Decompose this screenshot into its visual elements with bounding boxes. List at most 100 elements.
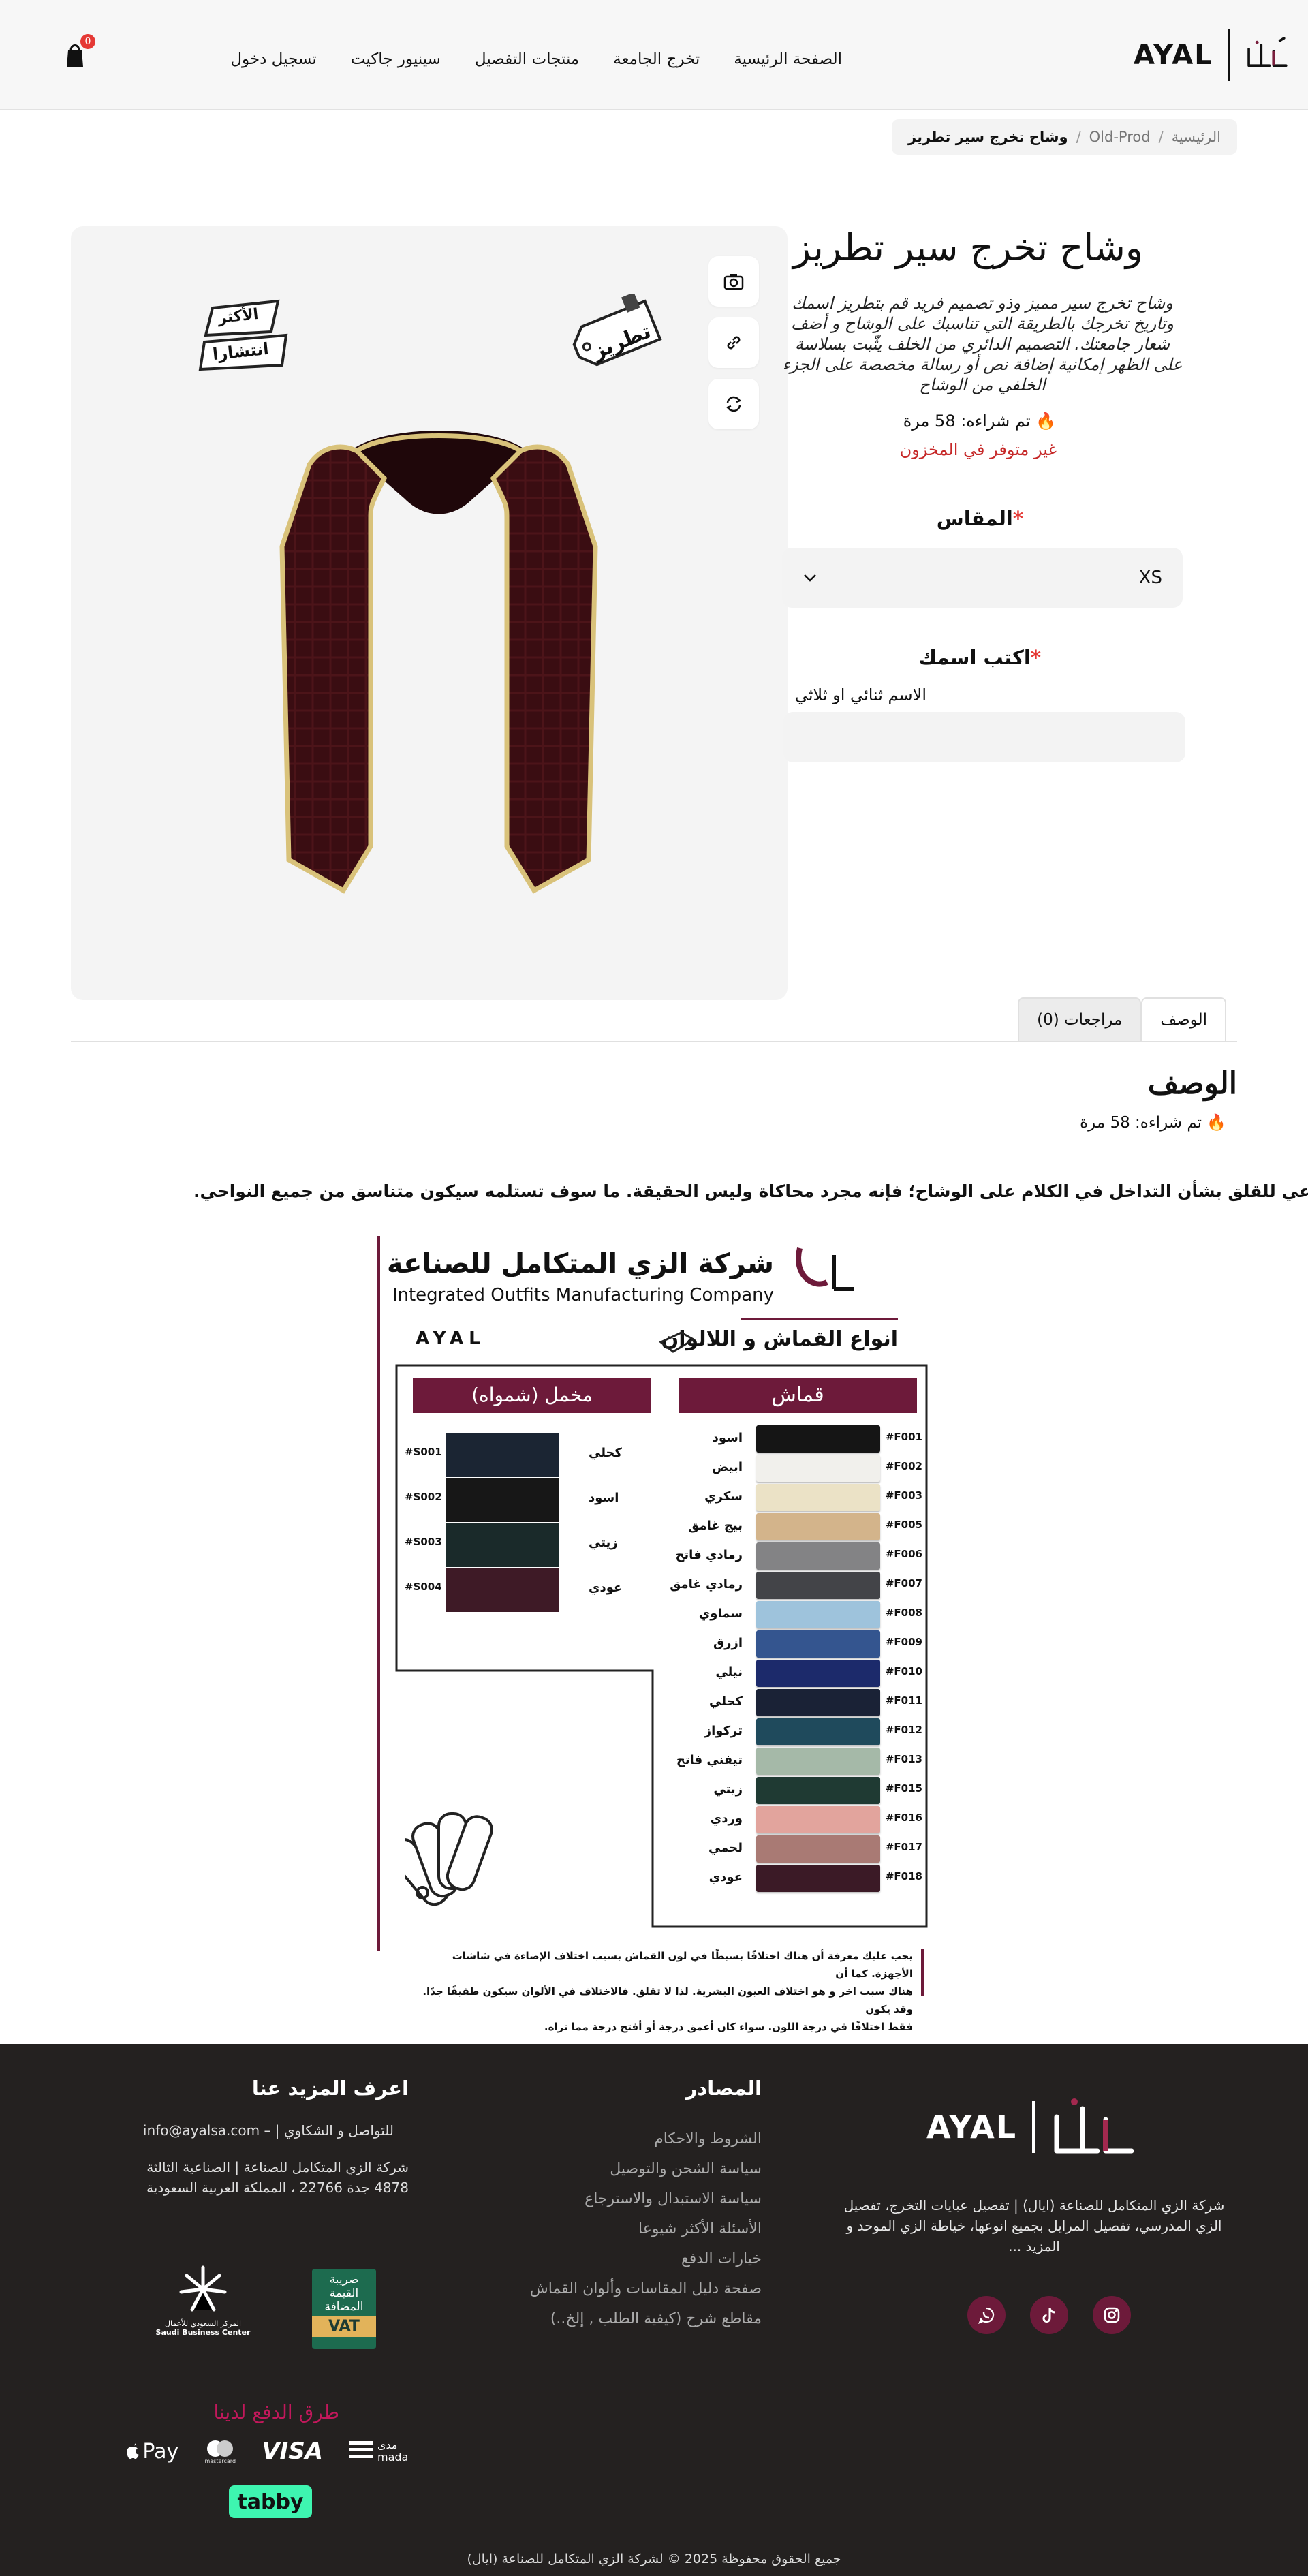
velvet-code: #S002 xyxy=(405,1491,442,1503)
fabric-swatch-row: #F002 ابيض xyxy=(677,1453,922,1483)
nav-tailoring-products[interactable]: منتجات التفصيل xyxy=(475,50,579,68)
breadcrumb-category[interactable]: Old-Prod xyxy=(1089,129,1151,145)
footer-link-videos[interactable]: مقاطع شرح (كيفية الطلب , إلخ..) xyxy=(530,2304,762,2334)
fabric-color-swatch xyxy=(756,1572,880,1599)
visa-logo: VISA xyxy=(262,2438,323,2465)
embroidery-tag: تطريز xyxy=(561,294,670,383)
tiktok-button[interactable] xyxy=(1030,2296,1068,2334)
vat-badge: ضريبة القيمة المضافة VAT xyxy=(312,2269,376,2349)
gallery-camera-button[interactable] xyxy=(708,256,759,307)
footer-link-shipping[interactable]: سياسة الشحن والتوصيل xyxy=(530,2154,762,2184)
fabric-name: تركواز xyxy=(704,1724,743,1738)
fabric-swatch-row: #F011 كحلي xyxy=(677,1688,922,1717)
footer-link-payment-options[interactable]: خيارات الدفع xyxy=(530,2244,762,2274)
size-label: *المقاس xyxy=(937,507,1023,530)
fabric-swatch-row: #F013 تيفني فاتح xyxy=(676,1746,922,1775)
velvet-code: #S001 xyxy=(405,1446,442,1458)
site-logo[interactable]: AYAL xyxy=(1134,25,1290,86)
fabric-code: #F009 xyxy=(885,1636,922,1648)
sash-product-image[interactable] xyxy=(268,383,609,914)
velvet-code: #S003 xyxy=(405,1536,442,1548)
breadcrumb-home[interactable]: الرئيسية xyxy=(1172,129,1221,145)
fabric-swatch-row: #F005 بيج غامق xyxy=(677,1512,922,1541)
velvet-color-swatch xyxy=(446,1478,559,1522)
fabric-name: وردي xyxy=(710,1812,743,1826)
disclaimer-line: فقط اختلافًا في درجة اللون. سواء كان أعم… xyxy=(544,2021,913,2033)
fabric-color-swatch xyxy=(756,1484,880,1511)
mastercard-label: mastercard xyxy=(204,2457,236,2464)
fabric-swatch-list: #F001 اسود #F002 ابيض #F003 سكري #F005 بيج غامق… xyxy=(670,1424,922,1901)
size-select[interactable]: XS xyxy=(782,548,1183,608)
nav-home[interactable]: الصفحة الرئيسية xyxy=(734,50,842,68)
chart-company-en: Integrated Outfits Manufacturing Company xyxy=(392,1285,774,1305)
fabric-code: #F006 xyxy=(885,1548,922,1560)
fabric-color-swatch xyxy=(756,1601,880,1628)
contact-email[interactable]: للتواصل و الشكاوي | – info@ayalsa.com xyxy=(143,2120,394,2141)
tabs-divider xyxy=(71,1041,1237,1042)
fabric-name: زيتي xyxy=(713,1782,743,1797)
footer-link-returns[interactable]: سياسة الاستبدال والاسترجاع xyxy=(530,2184,762,2214)
whatsapp-button[interactable] xyxy=(967,2296,1006,2334)
fabric-name: ازرق xyxy=(713,1636,743,1650)
nav-senior-jacket[interactable]: سينيور جاكيت xyxy=(351,50,441,68)
tab-description[interactable]: الوصف xyxy=(1141,997,1226,1041)
footer-logo-divider xyxy=(1032,2101,1036,2153)
nav-login[interactable]: تسجيل دخول xyxy=(230,50,317,68)
fabric-color-swatch xyxy=(756,1455,880,1482)
fabric-swatch-row: #F015 زيتي xyxy=(677,1775,922,1805)
fabric-code: #F002 xyxy=(885,1460,922,1472)
note-text: لا داعي للقلق بشأن التداخل في الكلام على… xyxy=(193,1181,1308,1201)
stock-status: غير متوفر في المخزون xyxy=(899,440,1057,459)
footer-link-size-guide[interactable]: صفحة دليل المقاسات وألوان القماش xyxy=(530,2274,762,2304)
sold-count-text: تم شراءه: 58 مرة xyxy=(903,412,1031,431)
tabby-logo: tabby xyxy=(229,2485,312,2518)
apple-pay-label: Pay xyxy=(142,2439,179,2464)
gallery-link-button[interactable] xyxy=(708,317,759,368)
disclaimer-line: هناك سبب اخر و هو اختلاف العيون البشرية.… xyxy=(422,1985,913,2015)
mastercard-logo: mastercard xyxy=(204,2439,236,2464)
fabric-name: لحمي xyxy=(708,1841,743,1855)
fabric-color-swatch xyxy=(756,1748,880,1775)
required-asterisk: * xyxy=(1030,646,1041,669)
velvet-swatch-row: #S001 كحلي xyxy=(405,1432,629,1477)
fabric-name: ابيض xyxy=(712,1460,743,1474)
fabric-code: #F011 xyxy=(885,1694,922,1707)
footer-link-faq[interactable]: الأسئلة الأكثر شيوعا xyxy=(530,2214,762,2244)
gallery-refresh-button[interactable] xyxy=(708,379,759,429)
footer-link-terms[interactable]: الشروط والاحكام xyxy=(530,2124,762,2154)
logo-arabic-mark xyxy=(1247,37,1288,67)
fabric-swatch-row: #F018 عودي xyxy=(677,1863,922,1893)
fabric-color-swatch xyxy=(756,1513,880,1540)
fabric-swatch-row: #F007 رمادي غامق xyxy=(670,1570,922,1600)
fabric-code: #F005 xyxy=(885,1519,922,1531)
breadcrumb-separator: / xyxy=(1158,129,1164,145)
required-asterisk: * xyxy=(1012,507,1023,530)
footer-logo[interactable]: AYAL xyxy=(926,2086,1144,2168)
fabric-code: #F017 xyxy=(885,1841,922,1853)
chart-company-ar: شركة الزي المتكامل للصناعة xyxy=(386,1248,774,1279)
site-footer: AYAL شركة الزي المتكامل للصناعة (ايال) |… xyxy=(0,2044,1308,2576)
mada-label: مدى mada xyxy=(377,2438,409,2464)
velvet-color-swatch xyxy=(446,1523,559,1567)
product-description: وشاح تخرج سير مميز وذو تصميم فريد قم بتط… xyxy=(782,294,1183,394)
instagram-button[interactable] xyxy=(1093,2296,1131,2334)
fabric-name: اسود xyxy=(712,1431,743,1445)
fabric-name: نيلي xyxy=(715,1665,743,1679)
chevron-down-icon xyxy=(804,574,816,582)
fabric-code: #F008 xyxy=(885,1607,922,1619)
velvet-swatch-row: #S003 زيتي xyxy=(405,1522,629,1567)
fabric-swatch-row: #F006 رمادي فاتح xyxy=(675,1541,922,1570)
nav-university-graduation[interactable]: تخرج الجامعة xyxy=(613,50,700,68)
fabric-code: #F007 xyxy=(885,1577,922,1589)
fabric-name: بيج غامق xyxy=(688,1519,743,1533)
fabric-color-swatch xyxy=(756,1777,880,1804)
fire-icon: 🔥 xyxy=(1206,1114,1226,1132)
product-title: وشاح تخرج سير تطريز xyxy=(793,226,1143,269)
vat-line: VAT xyxy=(312,2316,376,2337)
disclaimer-line: يجب عليك معرفة أن هناك اختلافًا بسيطًا ف… xyxy=(452,1950,913,1980)
tab-reviews[interactable]: مراجعات (0) xyxy=(1018,997,1142,1041)
main-nav: الصفحة الرئيسية تخرج الجامعة منتجات التف… xyxy=(230,50,842,68)
name-input[interactable] xyxy=(783,712,1185,762)
fabric-name: سكري xyxy=(704,1489,743,1504)
mastercard-icon xyxy=(207,2440,234,2457)
